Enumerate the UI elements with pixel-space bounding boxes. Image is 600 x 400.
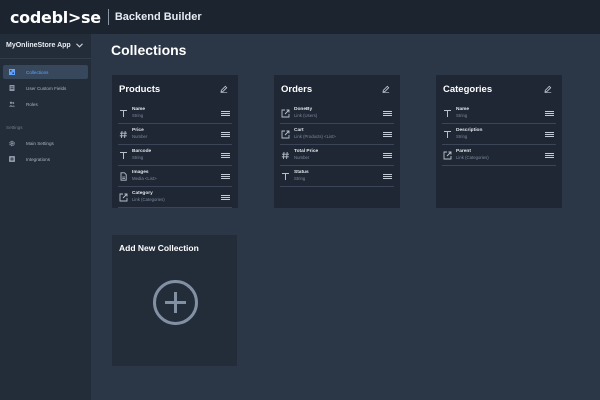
edit-icon[interactable]	[382, 85, 390, 93]
add-collection-title: Add New Collection	[119, 243, 199, 253]
top-bar: codebl>se Backend Builder	[0, 0, 600, 34]
gear-icon	[9, 140, 15, 146]
field-type: Link (Categories)	[456, 155, 489, 160]
drag-handle-icon[interactable]	[383, 173, 392, 179]
drag-handle-icon[interactable]	[221, 173, 230, 179]
field-row[interactable]: Name String	[118, 103, 232, 124]
product-name: Backend Builder	[114, 11, 202, 23]
text-icon	[442, 129, 452, 139]
field-type: Link (Products) <List>	[294, 134, 336, 139]
field-row[interactable]: Images Media <List>	[118, 166, 232, 187]
sidebar-item-user-custom-fields[interactable]: User Custom Fields	[3, 81, 88, 95]
field-row[interactable]: Category Link (Categories)	[118, 187, 232, 208]
add-collection-button[interactable]	[153, 280, 198, 325]
hash-icon	[118, 129, 128, 139]
plus-icon-stroke	[174, 292, 177, 313]
sidebar-item-label: Roles	[26, 101, 38, 107]
collection-card-products[interactable]: Products Name String Price Number Barcode S…	[112, 75, 238, 208]
collection-title: Products	[119, 83, 161, 95]
field-row[interactable]: Price Number	[118, 124, 232, 145]
field-type: String	[132, 113, 144, 118]
edit-icon[interactable]	[544, 85, 552, 93]
app-name: MyOnlineStore App	[6, 41, 71, 49]
sidebar-item-roles[interactable]: Roles	[3, 97, 88, 111]
field-type: String	[294, 176, 306, 181]
drag-handle-icon[interactable]	[221, 110, 230, 116]
hash-icon	[280, 150, 290, 160]
sidebar-divider	[0, 58, 91, 59]
field-type: Link (Users)	[294, 113, 318, 118]
file-icon	[118, 171, 128, 181]
main-content: Collections Products Name String Price Num…	[91, 34, 600, 400]
add-collection-card[interactable]: Add New Collection	[112, 235, 237, 366]
sidebar-item-label: User Custom Fields	[26, 85, 67, 91]
collection-card-orders[interactable]: Orders DoneBy Link (Users) Cart Link (Prod…	[274, 75, 400, 208]
field-type: Number	[132, 134, 148, 139]
sidebar-item-label: Main Settings	[26, 140, 54, 146]
card-header: Categories	[436, 75, 562, 103]
sidebar-item-main-settings[interactable]: Main Settings	[3, 136, 88, 150]
link-icon	[280, 129, 290, 139]
collection-title: Orders	[281, 83, 313, 95]
settings-section-label: Settings	[6, 125, 23, 130]
link-icon	[442, 150, 452, 160]
text-icon	[280, 171, 290, 181]
chevron-down-icon	[76, 42, 83, 48]
field-row[interactable]: Cart Link (Products) <List>	[280, 124, 394, 145]
link-icon	[280, 108, 290, 118]
text-icon	[118, 150, 128, 160]
field-row[interactable]: Description String	[442, 124, 556, 145]
edit-icon[interactable]	[220, 85, 228, 93]
field-row[interactable]: Name String	[442, 103, 556, 124]
field-type: String	[132, 155, 144, 160]
user-fields-icon	[9, 85, 15, 91]
drag-handle-icon[interactable]	[545, 131, 554, 137]
roles-icon	[9, 101, 15, 107]
field-row[interactable]: DoneBy Link (Users)	[280, 103, 394, 124]
sidebar: MyOnlineStore App Collections User Custo…	[0, 34, 91, 400]
drag-handle-icon[interactable]	[221, 152, 230, 158]
field-row[interactable]: Status String	[280, 166, 394, 187]
page-title: Collections	[111, 42, 187, 58]
field-row[interactable]: Barcode String	[118, 145, 232, 166]
card-header: Orders	[274, 75, 400, 103]
text-icon	[442, 108, 452, 118]
app-selector[interactable]: MyOnlineStore App	[0, 35, 91, 55]
field-type: String	[456, 134, 468, 139]
sidebar-item-label: Collections	[26, 69, 49, 75]
drag-handle-icon[interactable]	[383, 131, 392, 137]
field-row[interactable]: Total Price Number	[280, 145, 394, 166]
link-icon	[118, 192, 128, 202]
drag-handle-icon[interactable]	[545, 152, 554, 158]
sidebar-item-integrations[interactable]: Integrations	[3, 152, 88, 166]
text-icon	[118, 108, 128, 118]
logo[interactable]: codebl>se	[10, 8, 101, 27]
collections-icon	[9, 69, 15, 75]
collection-card-categories[interactable]: Categories Name String Description String …	[436, 75, 562, 208]
drag-handle-icon[interactable]	[221, 131, 230, 137]
field-type: Media <List>	[132, 176, 157, 181]
drag-handle-icon[interactable]	[383, 152, 392, 158]
sidebar-item-label: Integrations	[26, 156, 51, 162]
header-divider	[107, 9, 109, 25]
field-type: Number	[294, 155, 310, 160]
drag-handle-icon[interactable]	[221, 194, 230, 200]
drag-handle-icon[interactable]	[545, 110, 554, 116]
field-row[interactable]: Parent Link (Categories)	[442, 145, 556, 166]
field-type: String	[456, 113, 468, 118]
field-type: Link (Categories)	[132, 197, 165, 202]
collection-title: Categories	[443, 83, 493, 95]
integrations-icon	[9, 156, 15, 162]
sidebar-item-collections[interactable]: Collections	[3, 65, 88, 79]
card-header: Products	[112, 75, 238, 103]
drag-handle-icon[interactable]	[383, 110, 392, 116]
